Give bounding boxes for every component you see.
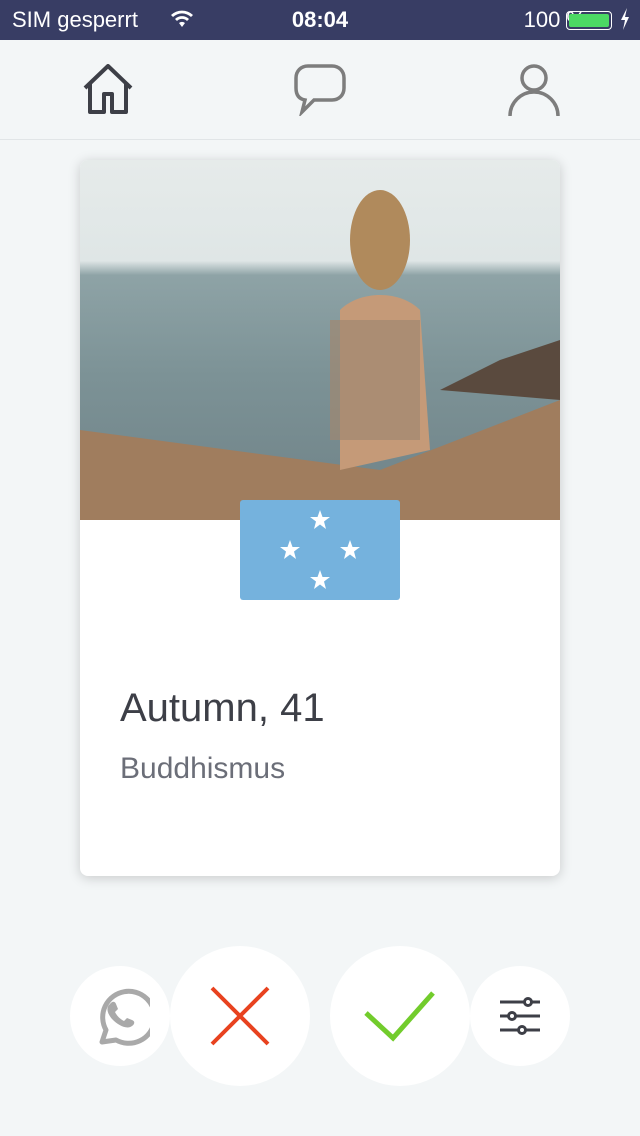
top-nav <box>0 40 640 140</box>
country-flag <box>240 500 400 600</box>
profile-card[interactable]: Autumn, 41 Buddhismus <box>80 160 560 876</box>
reject-button[interactable] <box>170 946 310 1086</box>
home-icon[interactable] <box>82 64 134 116</box>
star-icon <box>280 510 360 589</box>
whatsapp-button[interactable] <box>70 966 170 1066</box>
filter-button[interactable] <box>470 966 570 1066</box>
profile-photo <box>80 160 560 520</box>
accept-button[interactable] <box>330 946 470 1086</box>
sliders-icon <box>500 997 540 1035</box>
charging-icon <box>621 8 629 30</box>
check-icon <box>364 991 435 1042</box>
close-icon <box>210 986 270 1046</box>
status-bar: SIM gesperrt 08:04 100 % <box>0 0 640 40</box>
chat-icon[interactable] <box>294 64 346 116</box>
profile-religion: Buddhismus <box>120 752 286 785</box>
whatsapp-icon <box>99 988 150 1046</box>
battery-icon <box>566 11 612 30</box>
profile-icon[interactable] <box>508 64 560 116</box>
profile-name-age: Autumn, 41 <box>120 686 325 730</box>
